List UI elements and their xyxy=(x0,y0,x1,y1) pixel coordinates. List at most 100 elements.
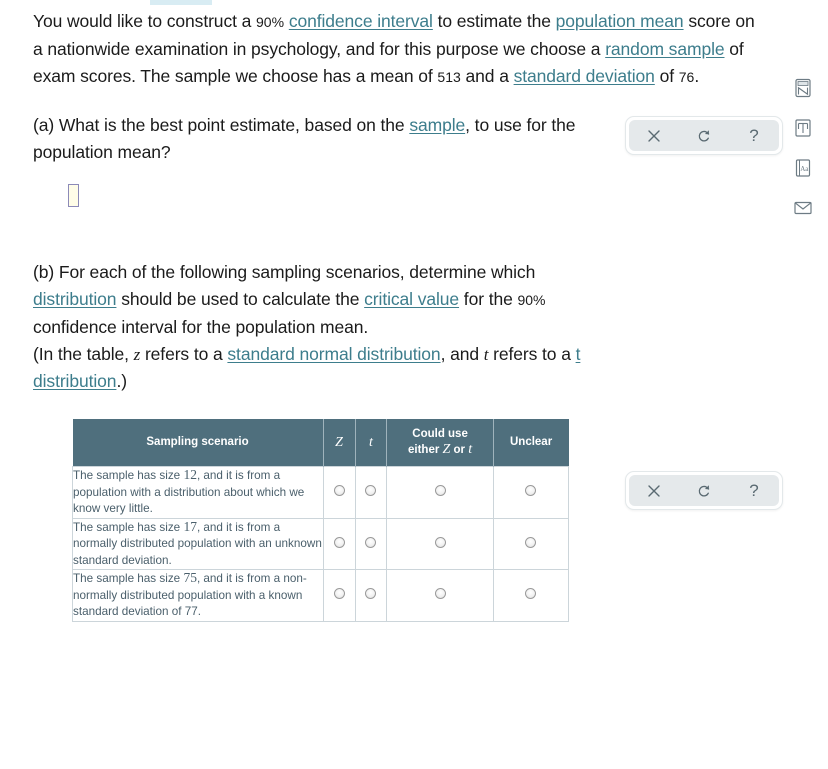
note-text-2: refers to a xyxy=(140,344,228,364)
intro-text-5: and a xyxy=(460,66,514,86)
radio-z-0[interactable] xyxy=(333,485,345,497)
table-row: The sample has size 75, and it is from a… xyxy=(72,569,570,622)
reference-aa-icon: Aa xyxy=(795,159,811,177)
close-icon xyxy=(648,129,660,142)
sample-sd-value: 76 xyxy=(678,69,695,85)
svg-text:Aa: Aa xyxy=(800,165,809,173)
link-population-mean[interactable]: population mean xyxy=(556,11,684,31)
link-distribution[interactable]: distribution xyxy=(33,289,117,309)
clear-button[interactable] xyxy=(629,120,679,151)
scenario-sample-size-1: 17 xyxy=(183,518,197,534)
header-t-symbol: t xyxy=(369,434,373,450)
link-random-sample[interactable]: random sample xyxy=(605,39,724,59)
radio-cell-t-1[interactable] xyxy=(354,517,388,570)
problem-content: You would like to construct a 90% confid… xyxy=(0,0,780,622)
radio-z-2[interactable] xyxy=(333,588,345,600)
answer-toolbar-part-a: ? xyxy=(625,116,783,155)
radio-cell-z-0[interactable] xyxy=(322,466,356,519)
header-either-z-or-t: Could use either Z or t xyxy=(386,419,494,467)
part-b-confidence-level: 90% xyxy=(517,292,546,308)
scenario-text-pre-2: The sample has size xyxy=(73,572,184,585)
scenarios-table: Sampling scenario Z t Could use either Z … xyxy=(72,419,570,622)
radio-t-2[interactable] xyxy=(365,588,377,600)
table-row: The sample has size 12, and it is from a… xyxy=(72,466,570,519)
part-b-note: (In the table, z refers to a standard no… xyxy=(0,341,640,395)
radio-unclear-1[interactable] xyxy=(525,536,537,548)
close-icon xyxy=(648,484,660,497)
radio-cell-z-2[interactable] xyxy=(322,569,356,622)
reference-aa-icon-button[interactable]: Aa xyxy=(792,156,814,180)
intro-paragraph: You would like to construct a 90% confid… xyxy=(0,8,760,91)
link-standard-normal-distribution[interactable]: standard normal distribution xyxy=(227,344,440,364)
intro-text-1: You would like to construct a xyxy=(33,11,257,31)
answer-toolbar-part-a-inner: ? xyxy=(629,120,779,151)
clear-button-b[interactable] xyxy=(629,475,679,506)
intro-text-7: . xyxy=(694,66,700,86)
header-either-t: t xyxy=(468,442,473,457)
help-button-b[interactable]: ? xyxy=(729,475,779,506)
undo-button[interactable] xyxy=(679,120,729,151)
radio-z-1[interactable] xyxy=(333,536,345,548)
scenario-sample-size-2: 75 xyxy=(183,570,197,585)
radio-cell-either-2[interactable] xyxy=(386,569,494,622)
link-critical-value[interactable]: critical value xyxy=(364,289,459,309)
radio-unclear-0[interactable] xyxy=(525,485,537,497)
radio-cell-either-1[interactable] xyxy=(386,517,494,570)
radio-either-1[interactable] xyxy=(434,536,446,548)
header-z-symbol: Z xyxy=(335,434,343,450)
radio-cell-unclear-1[interactable] xyxy=(492,517,570,570)
header-z: Z xyxy=(323,419,356,467)
scenario-description-2: The sample has size 75, and it is from a… xyxy=(72,569,324,622)
part-a-answer-area xyxy=(0,184,780,207)
scenarios-table-wrapper: Sampling scenario Z t Could use either Z … xyxy=(0,419,780,622)
sample-mean-value: 513 xyxy=(437,69,461,85)
scenario-text-pre-0: The sample has size xyxy=(73,469,184,482)
header-t: t xyxy=(355,419,388,467)
part-a-answer-input[interactable] xyxy=(68,184,79,207)
mail-icon-button[interactable] xyxy=(792,196,814,220)
radio-cell-t-2[interactable] xyxy=(354,569,388,622)
scenario-description-0: The sample has size 12, and it is from a… xyxy=(72,466,324,519)
radio-cell-unclear-2[interactable] xyxy=(492,569,570,622)
intro-text-2: to estimate the xyxy=(432,11,556,31)
part-b-section: (b) For each of the following sampling s… xyxy=(0,259,780,395)
link-confidence-interval[interactable]: confidence interval xyxy=(289,11,433,31)
radio-cell-either-0[interactable] xyxy=(386,466,494,519)
tools-icon-rail: Aa xyxy=(788,76,818,220)
radio-either-2[interactable] xyxy=(434,588,446,600)
radio-cell-t-0[interactable] xyxy=(354,466,388,519)
header-either-line2a: either xyxy=(408,444,443,456)
table-header-row: Sampling scenario Z t Could use either Z … xyxy=(72,419,569,467)
book-icon xyxy=(795,119,811,137)
header-either-line1: Could use xyxy=(412,428,468,440)
answer-toolbar-part-b: ? xyxy=(625,471,783,510)
scenario-description-1: The sample has size 17, and it is from a… xyxy=(72,517,324,570)
calculator-icon-button[interactable] xyxy=(792,76,814,100)
radio-cell-z-1[interactable] xyxy=(322,517,356,570)
calculator-icon xyxy=(795,78,811,98)
part-b-text-2: should be used to calculate the xyxy=(116,289,365,309)
confidence-level-value: 90% xyxy=(256,14,285,30)
radio-either-0[interactable] xyxy=(434,485,446,497)
book-icon-button[interactable] xyxy=(792,116,814,140)
part-b-text-1: (b) For each of the following sampling s… xyxy=(33,262,536,282)
radio-t-0[interactable] xyxy=(365,485,377,497)
scenario-text-pre-1: The sample has size xyxy=(73,520,184,534)
radio-t-1[interactable] xyxy=(365,536,377,548)
note-text-5: .) xyxy=(116,371,127,391)
link-sample[interactable]: sample xyxy=(409,115,465,135)
part-b-text-3: for the xyxy=(459,289,518,309)
header-sampling-scenario: Sampling scenario xyxy=(72,419,324,467)
header-unclear: Unclear xyxy=(493,419,569,467)
part-a-text-1: (a) What is the best point estimate, bas… xyxy=(33,115,410,135)
help-button[interactable]: ? xyxy=(729,120,779,151)
answer-toolbar-part-b-inner: ? xyxy=(629,475,779,506)
link-standard-deviation[interactable]: standard deviation xyxy=(514,66,655,86)
undo-icon xyxy=(698,484,710,497)
intro-text-6: of xyxy=(654,66,679,86)
radio-unclear-2[interactable] xyxy=(525,588,537,600)
radio-cell-unclear-0[interactable] xyxy=(492,466,570,519)
scenario-sample-size-0: 12 xyxy=(183,467,197,482)
undo-button-b[interactable] xyxy=(679,475,729,506)
scenarios-table-body: The sample has size 12, and it is from a… xyxy=(72,466,570,622)
